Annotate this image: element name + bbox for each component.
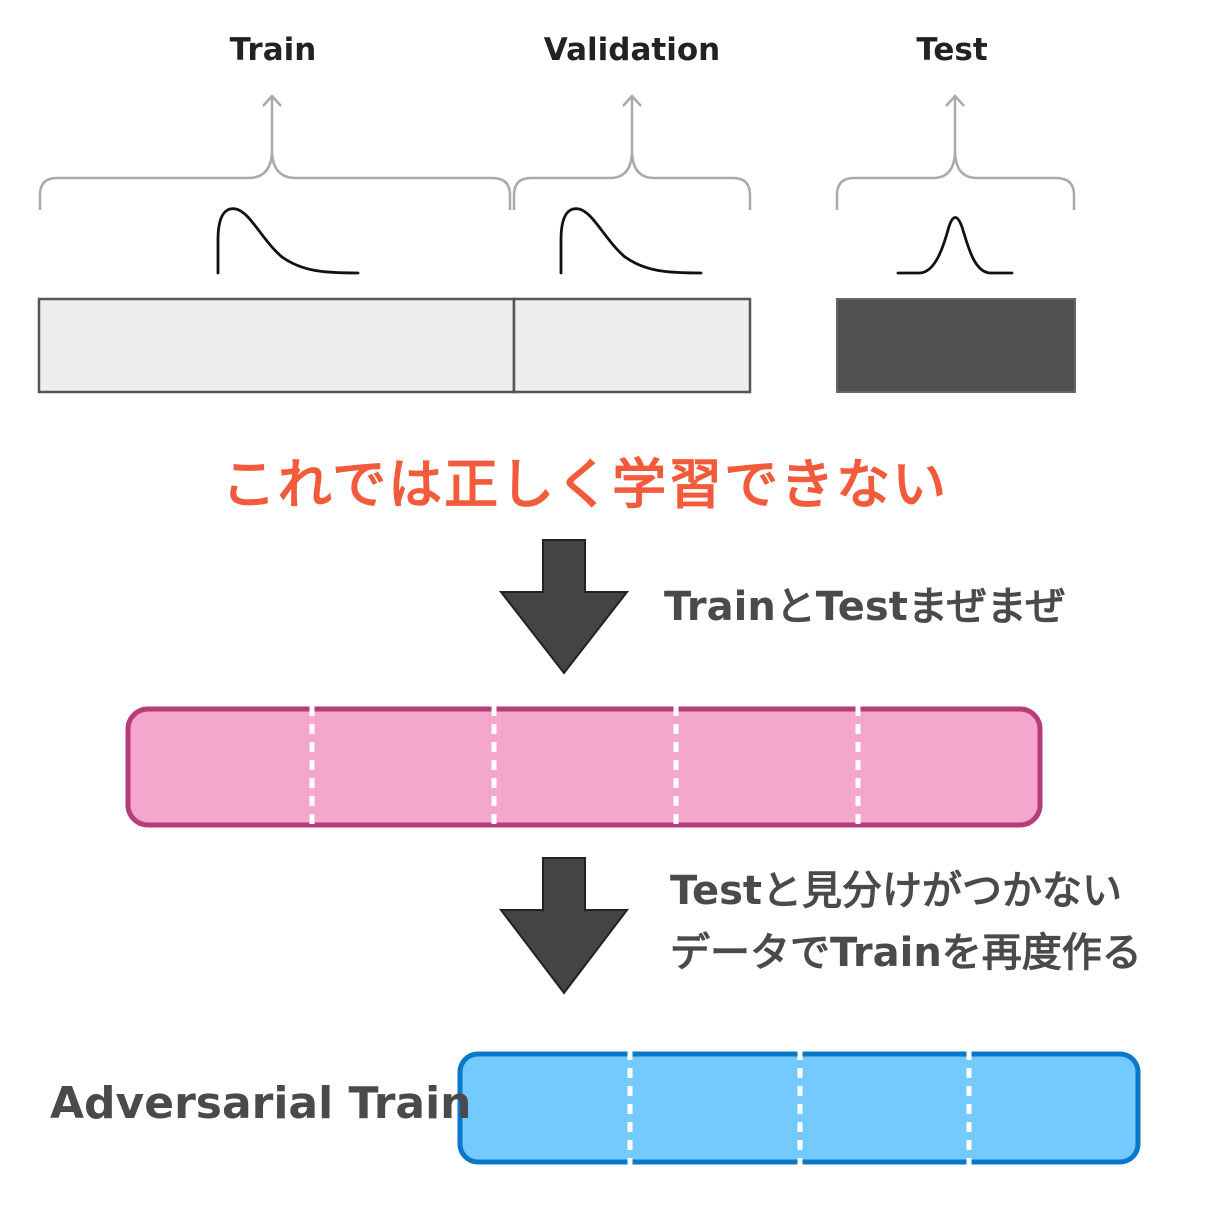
train-distribution-curve [216,207,360,275]
down-arrow-mix [498,539,630,675]
warning-text: これでは正しく学習できない [221,453,949,516]
adversarial-step-text: Testと見分けがつかない データでTrainを再度作る [670,860,1142,984]
test-label: Test [916,32,988,68]
validation-label: Validation [543,32,721,68]
mixed-data-bar [125,706,1043,828]
validation-brace [512,149,752,210]
train-brace [38,149,512,210]
test-brace [835,149,1076,210]
adversarial-train-label: Adversarial Train [50,1078,472,1129]
train-up-arrow [262,94,282,150]
test-block [836,298,1076,393]
mix-step-text: TrainとTestまぜまぜ [664,584,1066,630]
validation-distribution-curve [559,207,703,275]
test-distribution-curve [896,216,1014,275]
adversarial-step-line: データでTrainを再度作る [670,930,1142,976]
train-label: Train [229,32,317,68]
validation-up-arrow [622,94,642,150]
down-arrow-adversarial [498,857,630,995]
validation-block [512,297,752,394]
test-up-arrow [945,94,965,150]
train-block [37,297,516,394]
adversarial-step-line: Testと見分けがつかない [670,868,1123,914]
